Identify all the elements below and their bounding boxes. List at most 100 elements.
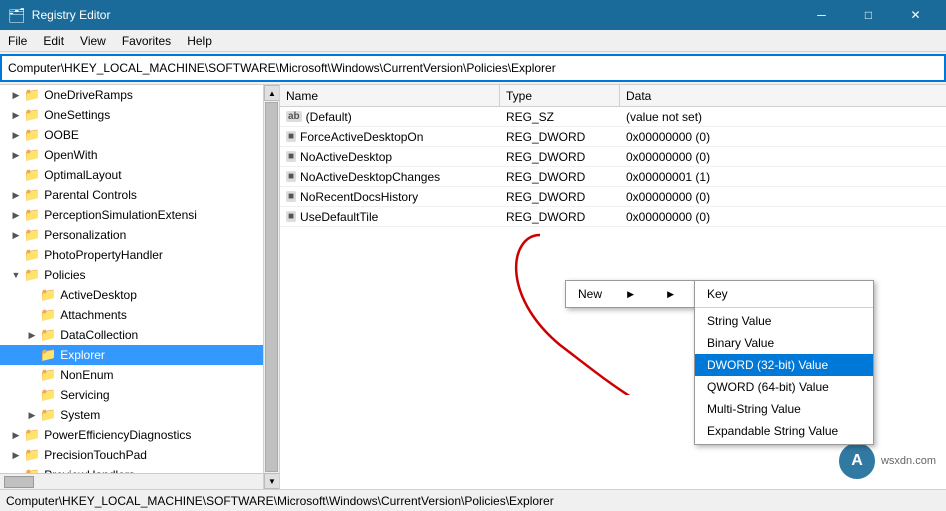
cell-name: ■UseDefaultTile [280, 210, 500, 224]
submenu-item-string-value[interactable]: String Value [695, 310, 873, 332]
cell-name: ab(Default) [280, 110, 500, 124]
folder-icon: 📁 [24, 447, 40, 463]
tree-label: PerceptionSimulationExtensi [44, 208, 197, 222]
expand-btn[interactable]: ▶ [8, 187, 24, 203]
folder-icon: 📁 [40, 347, 56, 363]
tree-item-optimallayout[interactable]: 📁OptimalLayout [0, 165, 279, 185]
scroll-thumb-h[interactable] [4, 476, 34, 488]
expand-btn[interactable] [24, 367, 40, 383]
expand-btn[interactable] [24, 387, 40, 403]
reg-icon: ■ [286, 171, 296, 182]
expand-btn[interactable]: ▶ [8, 427, 24, 443]
expand-btn[interactable]: ▶ [8, 147, 24, 163]
tree-item-datacollection[interactable]: ▶📁DataCollection [0, 325, 279, 345]
tree-item-precisiontouchpad[interactable]: ▶📁PrecisionTouchPad [0, 445, 279, 465]
reg-icon: ■ [286, 191, 296, 202]
tree-label: Servicing [60, 388, 109, 402]
tree-label: Explorer [60, 348, 105, 362]
submenu-item-binary-value[interactable]: Binary Value [695, 332, 873, 354]
tree-label: PowerEfficiencyDiagnostics [44, 428, 191, 442]
context-menu-new[interactable]: New ▶ [566, 283, 694, 305]
submenu-item-multi-string-value[interactable]: Multi-String Value [695, 398, 873, 420]
tree-item-powerefficiencydiagnostics[interactable]: ▶📁PowerEfficiencyDiagnostics [0, 425, 279, 445]
folder-icon: 📁 [24, 167, 40, 183]
tree-item-explorer[interactable]: 📁 Explorer [0, 345, 279, 365]
context-menu-sub: Key String ValueBinary ValueDWORD (32-bit… [694, 280, 874, 445]
expand-btn[interactable] [24, 307, 40, 323]
folder-icon: 📁 [24, 247, 40, 263]
reg-icon: ■ [286, 131, 296, 142]
tree-item-servicing[interactable]: 📁Servicing [0, 385, 279, 405]
tree-item-oobe[interactable]: ▶📁OOBE [0, 125, 279, 145]
cell-name: ■NoActiveDesktopChanges [280, 170, 500, 184]
tree-item-photopropertyhandler[interactable]: 📁PhotoPropertyHandler [0, 245, 279, 265]
submenu-item-qword--64-bit--value[interactable]: QWORD (64-bit) Value [695, 376, 873, 398]
address-bar[interactable]: Computer\HKEY_LOCAL_MACHINE\SOFTWARE\Mic… [0, 54, 946, 82]
tree-item-onedriveramps[interactable]: ▶📁OneDriveRamps [0, 85, 279, 105]
scroll-down-btn[interactable]: ▼ [264, 473, 280, 489]
expand-btn[interactable]: ▶ [8, 227, 24, 243]
tree-item-onesettings[interactable]: ▶📁OneSettings [0, 105, 279, 125]
expand-btn[interactable]: ▶ [8, 127, 24, 143]
minimize-button[interactable]: ─ [799, 0, 844, 30]
tree-item-openwith[interactable]: ▶📁OpenWith [0, 145, 279, 165]
table-row[interactable]: ■NoActiveDesktopREG_DWORD0x00000000 (0) [280, 147, 946, 167]
table-row[interactable]: ■NoRecentDocsHistoryREG_DWORD0x00000000 … [280, 187, 946, 207]
tree-item-system[interactable]: ▶📁System [0, 405, 279, 425]
expand-btn[interactable] [8, 167, 24, 183]
app-icon: 🗂 [8, 7, 26, 24]
expand-btn[interactable] [8, 247, 24, 263]
tree-label: ActiveDesktop [60, 288, 137, 302]
expand-btn[interactable] [24, 287, 40, 303]
expand-btn[interactable] [24, 347, 40, 363]
folder-icon: 📁 [24, 267, 40, 283]
menu-favorites[interactable]: Favorites [114, 30, 179, 51]
folder-icon: 📁 [24, 107, 40, 123]
expand-btn[interactable]: ▶ [24, 407, 40, 423]
tree-item-nonenum[interactable]: 📁NonEnum [0, 365, 279, 385]
folder-icon: 📁 [40, 287, 56, 303]
tree-scrollbar-h[interactable] [0, 473, 263, 489]
submenu-item-expandable-string-value[interactable]: Expandable String Value [695, 420, 873, 442]
expand-btn[interactable]: ▶ [8, 447, 24, 463]
submenu-item-key[interactable]: Key [695, 283, 873, 305]
menu-file[interactable]: File [0, 30, 35, 51]
folder-icon: 📁 [24, 207, 40, 223]
tree-scroll[interactable]: ▶📁OneDriveRamps▶📁OneSettings▶📁OOBE▶📁Open… [0, 85, 279, 489]
tree-item-attachments[interactable]: 📁Attachments [0, 305, 279, 325]
tree-vscrollbar[interactable]: ▲ ▼ [263, 85, 279, 489]
table-row[interactable]: ■NoActiveDesktopChangesREG_DWORD0x000000… [280, 167, 946, 187]
scroll-up-btn[interactable]: ▲ [264, 85, 280, 101]
col-header-data: Data [620, 85, 946, 106]
reg-icon: ■ [286, 151, 296, 162]
expand-btn[interactable]: ▶ [8, 207, 24, 223]
menu-help[interactable]: Help [179, 30, 220, 51]
main-layout: ▶📁OneDriveRamps▶📁OneSettings▶📁OOBE▶📁Open… [0, 84, 946, 489]
reg-icon: ■ [286, 211, 296, 222]
table-row[interactable]: ■ForceActiveDesktopOnREG_DWORD0x00000000… [280, 127, 946, 147]
table-row[interactable]: ■UseDefaultTileREG_DWORD0x00000000 (0) [280, 207, 946, 227]
submenu-item-dword--32-bit--value[interactable]: DWORD (32-bit) Value [695, 354, 873, 376]
table-row[interactable]: ab(Default)REG_SZ(value not set) [280, 107, 946, 127]
expand-btn[interactable]: ▶ [8, 87, 24, 103]
app-title: Registry Editor [32, 8, 111, 22]
context-menu-container: New ▶ KeyString ValueBinary ValueDWORD (… [565, 280, 695, 308]
tree-item-activedesktop[interactable]: 📁 ActiveDesktop [0, 285, 279, 305]
tree-item-perceptionsimulationextensi[interactable]: ▶📁 PerceptionSimulationExtensi [0, 205, 279, 225]
tree-item-parental-controls[interactable]: ▶📁Parental Controls [0, 185, 279, 205]
cell-type: REG_DWORD [500, 150, 620, 164]
tree-item-personalization[interactable]: ▶📁Personalization [0, 225, 279, 245]
tree-item-policies[interactable]: ▼📁Policies [0, 265, 279, 285]
scroll-thumb-v[interactable] [265, 102, 278, 472]
expand-btn[interactable]: ▶ [8, 107, 24, 123]
expand-btn[interactable]: ▼ [8, 267, 24, 283]
cell-data: 0x00000000 (0) [620, 190, 946, 204]
cell-name: ■ForceActiveDesktopOn [280, 130, 500, 144]
tree-label: System [60, 408, 100, 422]
address-text: Computer\HKEY_LOCAL_MACHINE\SOFTWARE\Mic… [8, 61, 938, 75]
menu-edit[interactable]: Edit [35, 30, 72, 51]
close-button[interactable]: ✕ [893, 0, 938, 30]
maximize-button[interactable]: □ [846, 0, 891, 30]
expand-btn[interactable]: ▶ [24, 327, 40, 343]
menu-view[interactable]: View [72, 30, 114, 51]
